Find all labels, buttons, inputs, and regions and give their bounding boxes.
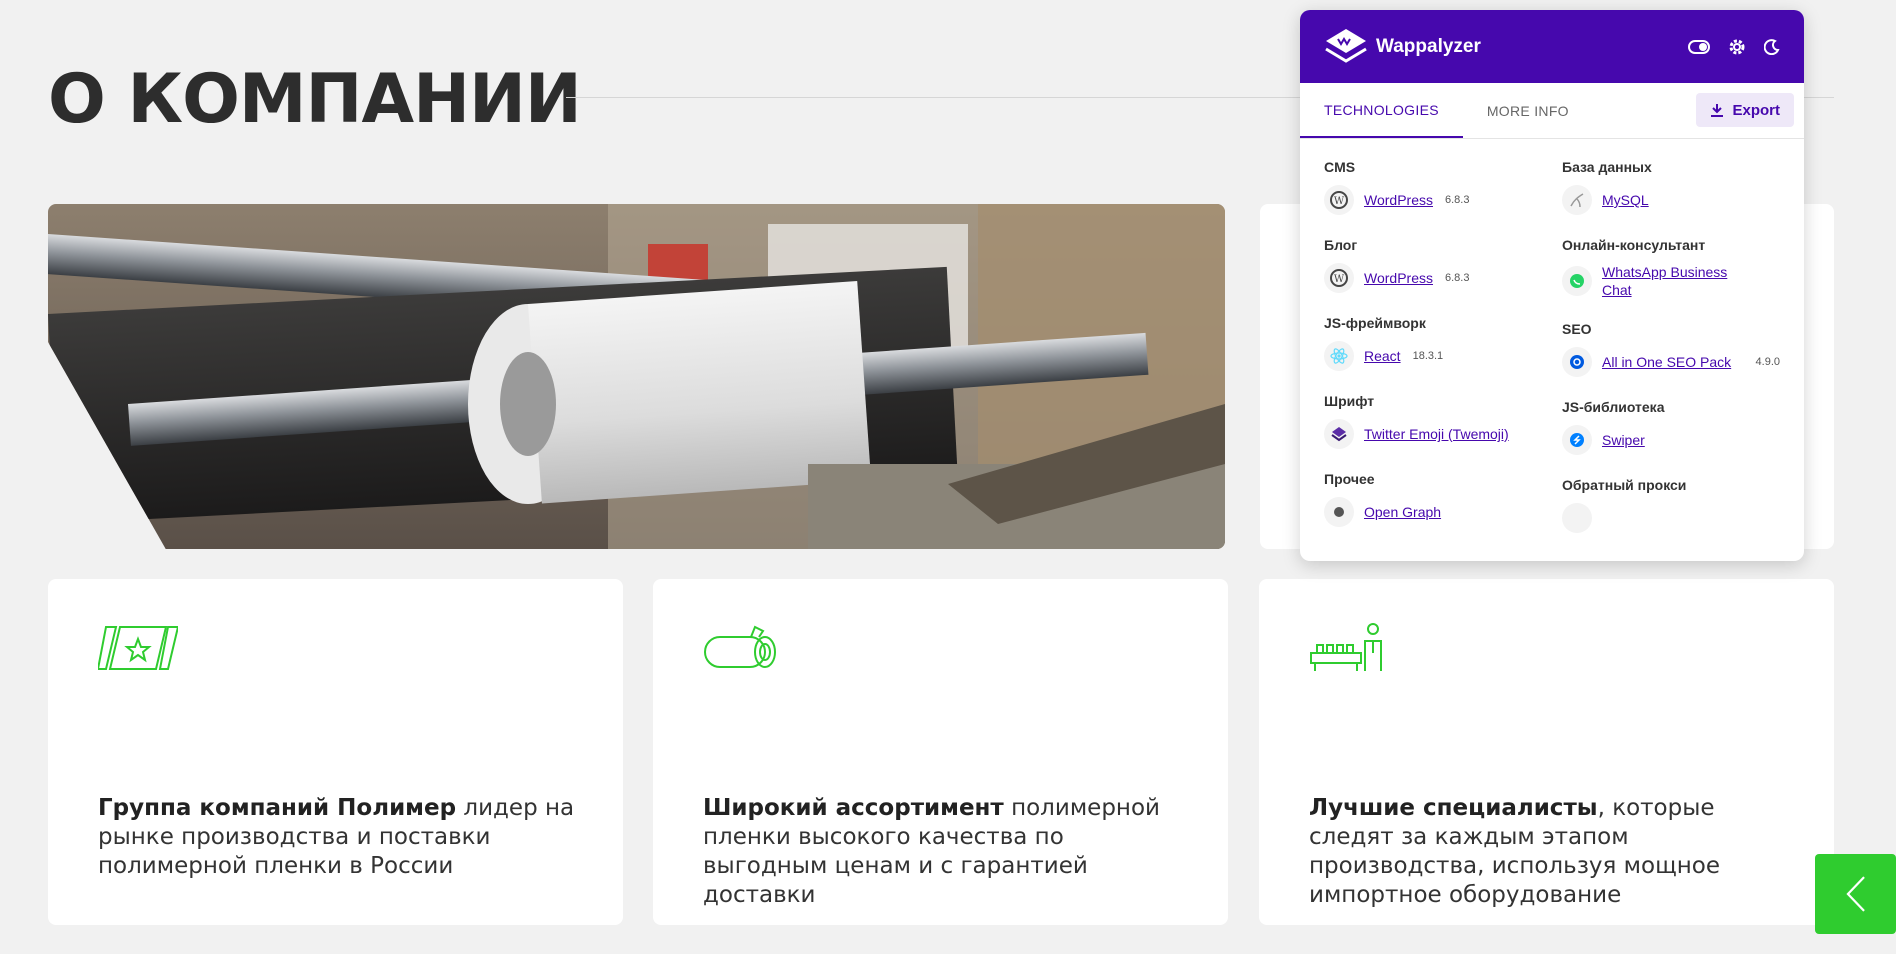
worker-machine-icon [1309, 623, 1389, 673]
svg-text:W: W [1334, 274, 1345, 285]
category-seo: SEO All in One SEO Pack 4.9.0 [1562, 321, 1780, 377]
tech-link-react[interactable]: React [1364, 347, 1401, 365]
wappalyzer-popup: Wappalyzer TECHNOLOGIES MORE INFO Export [1300, 10, 1804, 561]
feature-card-assortment: Широкий ассортимент полимерной пленки вы… [653, 579, 1228, 925]
category-title: SEO [1562, 321, 1592, 337]
category-title: Шрифт [1324, 393, 1375, 409]
category-reverse-proxy: Обратный прокси [1562, 477, 1780, 533]
wappalyzer-header: Wappalyzer [1300, 10, 1804, 83]
react-icon [1324, 341, 1354, 371]
whatsapp-icon [1562, 266, 1592, 296]
tech-item: MySQL [1562, 185, 1780, 215]
tech-item: All in One SEO Pack 4.9.0 [1562, 347, 1780, 377]
feature-card-specialists: Лучшие специалисты, которые следят за ка… [1259, 579, 1834, 925]
tech-link-aioseo[interactable]: All in One SEO Pack [1602, 353, 1731, 371]
wordpress-icon: W [1324, 263, 1354, 293]
download-icon [1711, 104, 1724, 117]
category-font: Шрифт Twitter Emoji (Twemoji) [1324, 393, 1542, 449]
feature-text-specialists: Лучшие специалисты, которые следят за ка… [1309, 795, 1721, 908]
open-graph-icon [1324, 497, 1354, 527]
tech-link-swiper[interactable]: Swiper [1602, 431, 1645, 449]
export-button[interactable]: Export [1696, 93, 1794, 127]
film-roll-icon [703, 623, 783, 673]
side-panel-toggle-button[interactable] [1815, 854, 1896, 934]
tech-item [1562, 503, 1780, 533]
tech-item: W WordPress 6.8.3 [1324, 263, 1542, 293]
category-js-library: JS-библиотека Swiper [1562, 399, 1780, 455]
category-title: База данных [1562, 159, 1652, 175]
tech-link-twemoji[interactable]: Twitter Emoji (Twemoji) [1364, 425, 1509, 443]
category-title: Онлайн-консультант [1562, 237, 1706, 253]
flag-star-icon [96, 623, 180, 673]
tech-version: 18.3.1 [1412, 350, 1444, 362]
tab-technologies[interactable]: TECHNOLOGIES [1300, 83, 1463, 138]
tech-version: 6.8.3 [1444, 272, 1470, 284]
tech-link-open-graph[interactable]: Open Graph [1364, 503, 1441, 521]
twemoji-icon [1324, 419, 1354, 449]
technologies-right-column: База данных MySQL Онлайн-консультант Wha… [1562, 159, 1780, 559]
tech-link-wordpress[interactable]: WordPress [1364, 269, 1433, 287]
proxy-icon [1562, 503, 1592, 533]
tech-link-wordpress[interactable]: WordPress [1364, 191, 1433, 209]
category-js-framework: JS-фреймворк React 18.3.1 [1324, 315, 1542, 371]
tech-item: W WordPress 6.8.3 [1324, 185, 1542, 215]
category-other: Прочее Open Graph [1324, 471, 1542, 527]
technologies-list: CMS W WordPress 6.8.3 Блог W WordPress 6… [1300, 139, 1804, 559]
tech-link-mysql[interactable]: MySQL [1602, 191, 1649, 209]
feature-text-leader: Группа компаний Полимер лидер на рынке п… [98, 795, 575, 879]
wordpress-icon: W [1324, 185, 1354, 215]
wappalyzer-tabs: TECHNOLOGIES MORE INFO Export [1300, 83, 1804, 139]
wappalyzer-logo-icon [1325, 28, 1367, 63]
page-title: О КОМПАНИИ [48, 60, 582, 139]
mysql-icon [1562, 185, 1592, 215]
tab-more-info[interactable]: MORE INFO [1463, 83, 1593, 138]
feature-card-leader: Группа компаний Полимер лидер на рынке п… [48, 579, 623, 925]
export-label: Export [1732, 101, 1780, 119]
gear-icon[interactable] [1728, 38, 1746, 56]
category-blog: Блог W WordPress 6.8.3 [1324, 237, 1542, 293]
tech-version: 4.9.0 [1755, 356, 1780, 368]
category-title: Блог [1324, 237, 1358, 253]
tech-item: Swiper [1562, 425, 1780, 455]
category-title: CMS [1324, 159, 1356, 175]
category-title: Прочее [1324, 471, 1375, 487]
moon-icon[interactable] [1764, 38, 1780, 55]
category-cms: CMS W WordPress 6.8.3 [1324, 159, 1542, 215]
tech-item: Twitter Emoji (Twemoji) [1324, 419, 1542, 449]
toggle-icon[interactable] [1688, 39, 1710, 54]
swiper-icon [1562, 425, 1592, 455]
svg-text:W: W [1334, 196, 1345, 207]
category-online-consultant: Онлайн-консультант WhatsApp Business Cha… [1562, 237, 1780, 299]
technologies-left-column: CMS W WordPress 6.8.3 Блог W WordPress 6… [1324, 159, 1542, 559]
wappalyzer-brand: Wappalyzer [1376, 35, 1481, 57]
tech-item: React 18.3.1 [1324, 341, 1542, 371]
category-title: Обратный прокси [1562, 477, 1687, 493]
aioseo-icon [1562, 347, 1592, 377]
category-title: JS-фреймворк [1324, 315, 1426, 331]
category-title: JS-библиотека [1562, 399, 1665, 415]
feature-text-assortment: Широкий ассортимент полимерной пленки вы… [703, 795, 1160, 908]
tech-link-whatsapp[interactable]: WhatsApp Business Chat [1602, 263, 1742, 299]
chevron-left-icon [1845, 876, 1865, 912]
tech-item: WhatsApp Business Chat [1562, 263, 1780, 299]
hero-image [48, 204, 1225, 549]
tech-item: Open Graph [1324, 497, 1542, 527]
category-database: База данных MySQL [1562, 159, 1780, 215]
tech-version: 6.8.3 [1444, 194, 1470, 206]
